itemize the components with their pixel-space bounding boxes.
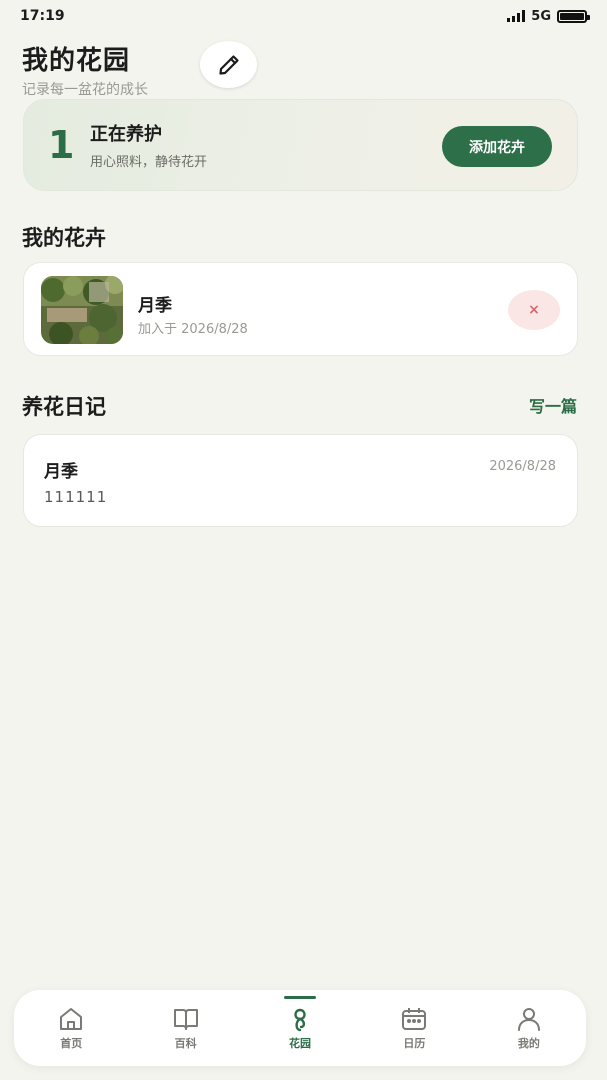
plant-photo-image [41,276,123,344]
summary-texts: 正在养护 用心照料，静待花开 [90,120,207,170]
flower-icon [294,1008,306,1032]
home-icon [60,1008,83,1030]
status-time: 17:19 [20,8,65,24]
edit-button[interactable] [200,41,257,88]
book-icon [173,1009,198,1030]
plant-card[interactable]: 月季 加入于 2026/8/28 × [23,262,578,356]
status-bar: 17:19 5G [0,0,607,32]
network-type: 5G [531,8,551,24]
tab-encyclopedia[interactable]: 百科 [128,990,242,1066]
close-icon: × [528,302,540,318]
bottom-tab-bar: 首页 百科 花园 日历 我的 [14,990,586,1066]
status-indicators: 5G [507,8,590,24]
active-tab-indicator [284,996,317,999]
tab-garden[interactable]: 花园 [243,990,357,1066]
calendar-icon [402,1008,427,1030]
plant-name: 月季 [138,296,172,316]
summary-card: 1 正在养护 用心照料，静待花开 添加花卉 [23,99,578,191]
tab-home[interactable]: 首页 [14,990,128,1066]
plants-section-title: 我的花卉 [22,226,106,250]
tab-label: 百科 [174,1037,197,1050]
summary-subtitle: 用心照料，静待花开 [90,155,208,170]
tab-label: 我的 [517,1037,540,1050]
battery-icon [557,9,590,23]
delete-plant-button[interactable]: × [508,290,560,330]
add-plant-button[interactable]: 添加花卉 [442,126,552,167]
diary-content: 111111 [44,488,108,506]
write-diary-link[interactable]: 写一篇 [529,393,577,417]
plant-count: 1 [48,123,75,167]
summary-title: 正在养护 [90,124,162,145]
diary-date: 2026/8/28 [489,459,556,474]
tab-profile[interactable]: 我的 [472,990,586,1066]
plant-added-date: 加入于 2026/8/28 [138,322,248,337]
tab-label: 日历 [403,1037,426,1050]
diary-section-title: 养花日记 [22,395,106,419]
page-header: 我的花园 记录每一盆花的成长 [22,40,148,99]
page-title: 我的花园 [22,46,131,76]
diary-plant-name: 月季 [44,462,78,482]
diary-entry[interactable]: 月季 2026/8/28 111111 [23,434,578,527]
tab-label: 首页 [60,1037,83,1050]
tab-label: 花园 [289,1037,312,1050]
pencil-icon [218,54,239,75]
battery-level [560,12,584,20]
tab-calendar[interactable]: 日历 [357,990,471,1066]
profile-icon [517,1008,540,1031]
signal-icon [507,10,526,22]
page-subtitle: 记录每一盆花的成长 [22,82,148,98]
plant-photo [41,276,123,344]
